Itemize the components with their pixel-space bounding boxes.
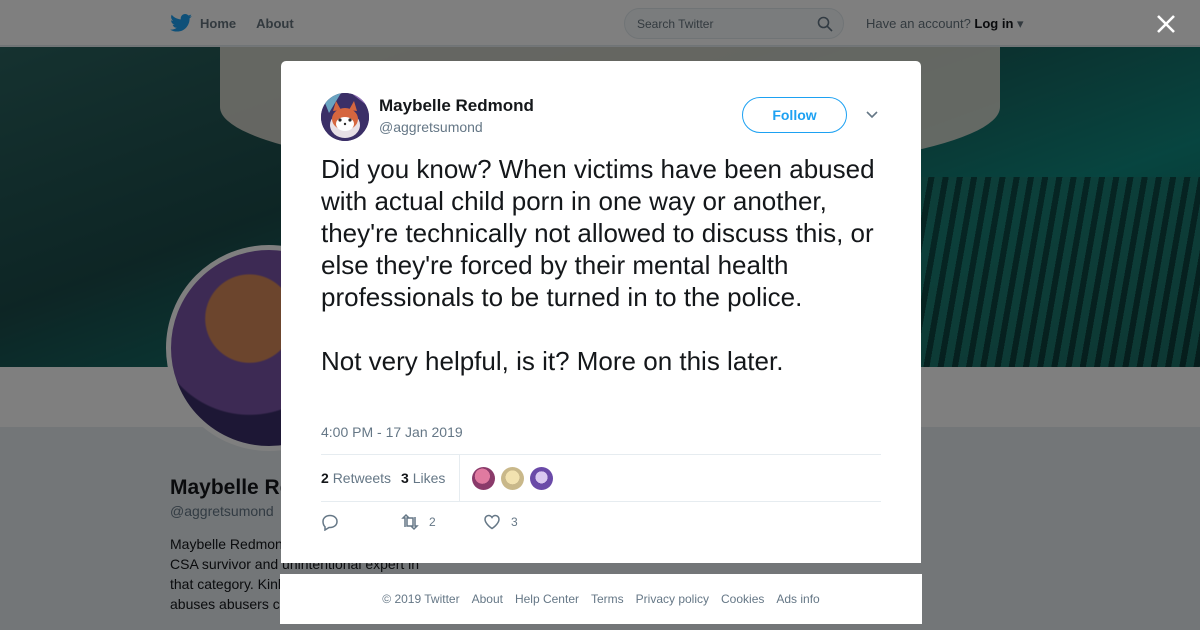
heart-icon — [484, 514, 500, 530]
footer-link-help-center[interactable]: Help Center — [515, 592, 579, 606]
close-icon[interactable] — [1152, 10, 1180, 38]
retweets-label: Retweets — [332, 470, 392, 486]
reply-button[interactable] — [321, 513, 401, 531]
footer-link-terms[interactable]: Terms — [591, 592, 624, 606]
like-button[interactable]: 3 — [483, 513, 518, 531]
retweet-button[interactable]: 2 — [401, 513, 483, 531]
likes-label: Likes — [412, 470, 446, 486]
chevron-down-icon[interactable] — [864, 107, 880, 123]
likes-stat[interactable]: 3 Likes — [401, 470, 445, 486]
retweet-icon — [401, 513, 419, 531]
likes-count: 3 — [401, 470, 409, 486]
follow-button[interactable]: Follow — [742, 97, 847, 133]
footer-link-cookies[interactable]: Cookies — [721, 592, 764, 606]
stats-divider — [459, 454, 461, 502]
retweets-stat[interactable]: 2 Retweets — [321, 470, 391, 486]
liker-avatar[interactable] — [472, 466, 496, 490]
like-action-count: 3 — [511, 515, 518, 529]
footer-copyright: © 2019 Twitter — [382, 592, 460, 606]
footer-link-privacy[interactable]: Privacy policy — [636, 592, 709, 606]
footer-link-ads-info[interactable]: Ads info — [776, 592, 819, 606]
reply-icon — [322, 514, 338, 531]
author-name[interactable]: Maybelle Redmond — [379, 96, 534, 116]
red-panda-avatar-icon — [321, 93, 369, 141]
tweet-modal: Maybelle Redmond @aggretsumond Follow Di… — [281, 61, 921, 563]
liker-avatar[interactable] — [501, 466, 525, 490]
author-handle[interactable]: @aggretsumond — [379, 119, 483, 135]
tweet-stats: 2 Retweets 3 Likes — [321, 454, 881, 502]
footer-links: © 2019 Twitter About Help Center Terms P… — [280, 574, 922, 624]
tweet-text: Did you know? When victims have been abu… — [321, 154, 875, 376]
tweet-actions: 2 3 — [321, 513, 518, 531]
tweet-timestamp[interactable]: 4:00 PM - 17 Jan 2019 — [321, 424, 463, 440]
author-avatar[interactable] — [321, 93, 369, 141]
retweets-count: 2 — [321, 470, 329, 486]
footer-link-about[interactable]: About — [472, 592, 503, 606]
liker-avatars — [472, 466, 554, 490]
retweet-action-count: 2 — [429, 515, 436, 529]
liker-avatar[interactable] — [530, 466, 554, 490]
